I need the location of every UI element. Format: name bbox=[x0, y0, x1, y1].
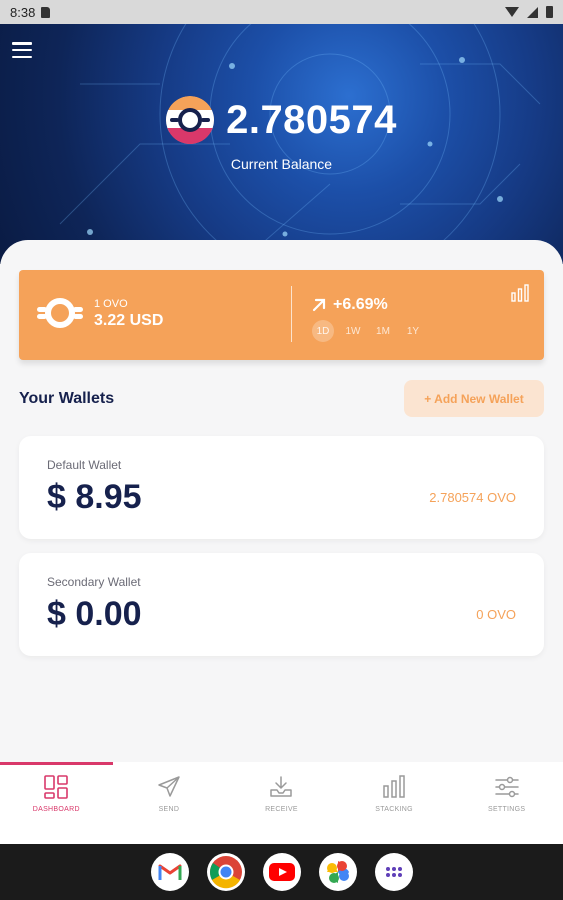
balance-amount: 2.780574 bbox=[226, 97, 397, 142]
balance-row: 2.780574 bbox=[0, 96, 563, 144]
send-icon bbox=[158, 776, 180, 797]
battery-icon bbox=[546, 6, 553, 18]
wallet-card-default[interactable]: Default Wallet $ 8.95 2.780574 OVO bbox=[19, 436, 544, 539]
main-content: 1 OVO 3.22 USD +6.69% 1D 1W 1M 1Y Your W… bbox=[0, 240, 563, 780]
nav-label: RECEIVE bbox=[265, 806, 298, 813]
wallets-section-title: Your Wallets bbox=[19, 390, 115, 407]
nav-label: DASHBOARD bbox=[32, 806, 80, 813]
wallet-name: Secondary Wallet bbox=[47, 575, 141, 589]
range-1w[interactable]: 1W bbox=[342, 320, 364, 342]
range-selector: 1D 1W 1M 1Y bbox=[312, 320, 424, 342]
balance-header: 2.780574 Current Balance bbox=[0, 24, 563, 264]
wallet-card-secondary[interactable]: Secondary Wallet $ 0.00 0 OVO bbox=[19, 553, 544, 656]
bar-chart-icon[interactable] bbox=[510, 284, 530, 307]
system-taskbar bbox=[0, 844, 563, 900]
add-new-wallet-button[interactable]: + Add New Wallet bbox=[404, 380, 544, 417]
stacking-icon bbox=[383, 775, 405, 798]
nav-stacking[interactable]: STACKING bbox=[338, 762, 451, 844]
menu-button[interactable] bbox=[12, 42, 32, 58]
nav-dashboard[interactable]: DASHBOARD bbox=[0, 762, 113, 844]
range-1y[interactable]: 1Y bbox=[402, 320, 424, 342]
youtube-icon[interactable] bbox=[262, 853, 301, 891]
status-bar: 8:38 bbox=[0, 0, 563, 24]
range-1m[interactable]: 1M bbox=[372, 320, 394, 342]
trend-up-arrow-icon bbox=[312, 298, 326, 312]
receive-icon bbox=[270, 776, 293, 797]
circuit-background bbox=[59, 24, 541, 264]
wallet-coin-balance: 2.780574 OVO bbox=[429, 490, 516, 505]
nav-label: SEND bbox=[158, 806, 180, 813]
status-icons bbox=[505, 6, 553, 18]
price-change-value: +6.69% bbox=[333, 296, 388, 313]
signal-icon bbox=[527, 6, 538, 18]
wifi-icon bbox=[505, 7, 519, 17]
nav-receive[interactable]: RECEIVE bbox=[225, 762, 338, 844]
chrome-icon[interactable] bbox=[206, 853, 245, 891]
price-usd: 3.22 USD bbox=[94, 312, 164, 329]
ovo-coin-logo-icon bbox=[166, 96, 215, 144]
gmail-icon[interactable] bbox=[150, 853, 189, 891]
dashboard-icon bbox=[44, 775, 69, 799]
nav-label: SETTINGS bbox=[487, 806, 526, 813]
wallet-coin-balance: 0 OVO bbox=[476, 607, 516, 622]
wallet-name: Default Wallet bbox=[47, 458, 122, 472]
status-time: 8:38 bbox=[10, 4, 36, 20]
range-1d[interactable]: 1D bbox=[312, 320, 334, 342]
app-drawer-icon[interactable] bbox=[374, 853, 413, 891]
wallet-usd-balance: $ 0.00 bbox=[47, 595, 142, 633]
nav-label: STACKING bbox=[375, 806, 413, 813]
wallet-usd-balance: $ 8.95 bbox=[47, 478, 142, 516]
nav-send[interactable]: SEND bbox=[113, 762, 226, 844]
bottom-navigation: DASHBOARD SEND RECEIVE STACKING SETTINGS bbox=[0, 762, 563, 844]
photos-icon[interactable] bbox=[318, 853, 357, 891]
price-divider bbox=[291, 286, 292, 342]
price-card: 1 OVO 3.22 USD +6.69% 1D 1W 1M 1Y bbox=[19, 270, 544, 360]
sd-card-icon bbox=[41, 6, 51, 18]
nav-settings[interactable]: SETTINGS bbox=[450, 762, 563, 844]
ovo-coin-icon bbox=[37, 296, 83, 335]
balance-label: Current Balance bbox=[230, 156, 333, 172]
price-change: +6.69% bbox=[311, 296, 388, 314]
settings-icon bbox=[494, 776, 519, 798]
price-unit: 1 OVO bbox=[94, 298, 128, 310]
